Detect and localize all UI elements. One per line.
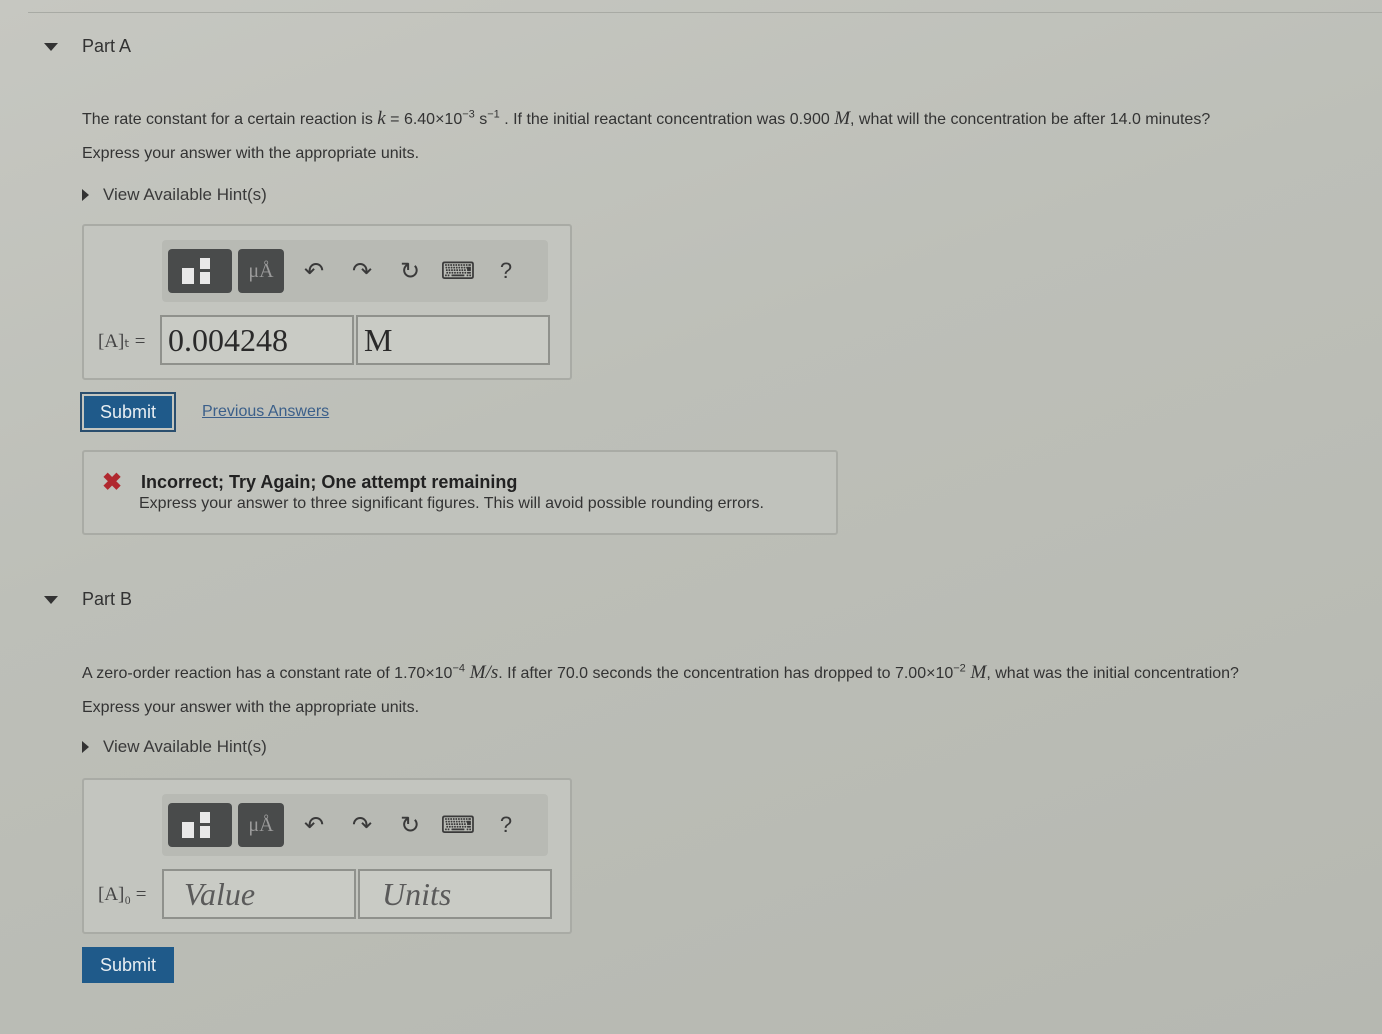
feedback-box: ✖ Incorrect; Try Again; One attempt rema… [82, 450, 838, 535]
math-toolbar: μÅ ↶ ↷ ↻ ⌨ ? [162, 240, 548, 302]
part-b-instructions: Express your answer with the appropriate… [82, 699, 420, 716]
templates-button[interactable] [168, 803, 232, 847]
part-b-header[interactable]: Part B [44, 589, 132, 610]
part-b-question: A zero-order reaction has a constant rat… [82, 662, 1239, 683]
feedback-message: Express your answer to three significant… [139, 495, 764, 512]
value-input[interactable] [160, 315, 354, 365]
expand-caret-icon [82, 741, 89, 753]
part-b-hint-toggle[interactable]: View Available Hint(s) [82, 737, 267, 757]
units-button[interactable]: μÅ [238, 803, 284, 847]
part-a-answer-box: μÅ ↶ ↷ ↻ ⌨ ? [A]ₜ = [82, 224, 572, 380]
top-divider [28, 12, 1382, 13]
reset-icon[interactable]: ↻ [386, 249, 434, 293]
part-b-title: Part B [82, 589, 133, 609]
collapse-caret-icon[interactable] [44, 42, 58, 51]
math-toolbar: μÅ ↶ ↷ ↻ ⌨ ? [162, 794, 548, 856]
part-a-header[interactable]: Part A [44, 36, 131, 57]
hint-label[interactable]: View Available Hint(s) [103, 185, 267, 205]
units-icon: μÅ [248, 813, 274, 836]
keyboard-icon[interactable]: ⌨ [434, 249, 482, 293]
part-a-hint-toggle[interactable]: View Available Hint(s) [82, 185, 267, 205]
help-icon[interactable]: ? [482, 249, 530, 293]
part-a-question: The rate constant for a certain reaction… [82, 108, 1211, 129]
help-icon[interactable]: ? [482, 803, 530, 847]
expand-caret-icon [82, 189, 89, 201]
value-input[interactable] [162, 869, 356, 919]
part-b-submit-button[interactable]: Submit [82, 947, 174, 983]
variable-label: [A]ₜ = [98, 331, 146, 352]
hint-label[interactable]: View Available Hint(s) [103, 737, 267, 757]
units-input[interactable] [358, 869, 552, 919]
incorrect-x-icon: ✖ [102, 469, 123, 496]
templates-icon [180, 810, 220, 840]
keyboard-icon[interactable]: ⌨ [434, 803, 482, 847]
templates-button[interactable] [168, 249, 232, 293]
previous-answers-link[interactable]: Previous Answers [202, 403, 329, 421]
units-icon: μÅ [248, 259, 274, 282]
part-b-answer-box: μÅ ↶ ↷ ↻ ⌨ ? [A]₀ = [82, 778, 572, 934]
undo-icon[interactable]: ↶ [290, 249, 338, 293]
templates-icon [180, 256, 220, 286]
redo-icon[interactable]: ↷ [338, 803, 386, 847]
part-a-submit-button[interactable]: Submit [84, 396, 172, 428]
units-button[interactable]: μÅ [238, 249, 284, 293]
part-a-instructions: Express your answer with the appropriate… [82, 145, 420, 162]
units-input[interactable] [356, 315, 550, 365]
variable-label: [A]₀ = [98, 884, 147, 905]
reset-icon[interactable]: ↻ [386, 803, 434, 847]
part-a-title: Part A [82, 36, 132, 56]
collapse-caret-icon[interactable] [44, 595, 58, 604]
feedback-title: Incorrect; Try Again; One attempt remain… [141, 472, 518, 492]
undo-icon[interactable]: ↶ [290, 803, 338, 847]
redo-icon[interactable]: ↷ [338, 249, 386, 293]
